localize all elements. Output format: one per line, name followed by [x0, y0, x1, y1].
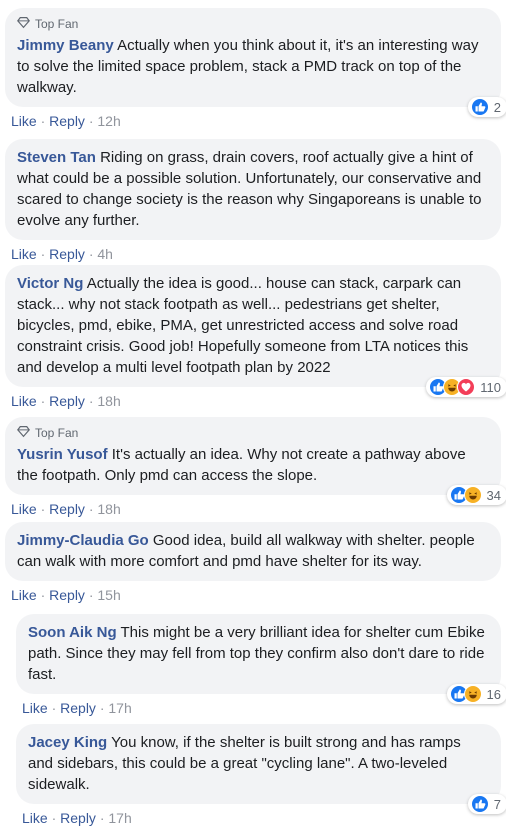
reactions-summary[interactable]: 16: [446, 684, 506, 704]
reply-link[interactable]: Reply: [49, 113, 85, 129]
reply-link[interactable]: Reply: [60, 700, 96, 716]
reaction-count: 34: [486, 487, 501, 503]
comment: Jimmy-Claudia Go Good idea, build all wa…: [5, 522, 501, 604]
timestamp[interactable]: 15h: [97, 587, 120, 603]
like-link[interactable]: Like: [11, 113, 37, 129]
love-reaction-icon: [457, 378, 476, 396]
diamond-icon: [17, 425, 30, 441]
reply-link[interactable]: Reply: [49, 501, 85, 517]
timestamp[interactable]: 17h: [108, 810, 131, 826]
comment: Top Fan Yusrin Yusof It's actually an id…: [5, 417, 506, 518]
like-reaction-icon: [470, 98, 489, 116]
separator: ·: [51, 810, 57, 826]
timestamp[interactable]: 4h: [97, 246, 113, 262]
badge-label: Top Fan: [35, 426, 79, 440]
comment: Victor Ng Actually the idea is good... h…: [5, 265, 506, 410]
reaction-count: 16: [486, 686, 501, 702]
comment-bubble: Soon Aik Ng This might be a very brillia…: [16, 614, 506, 704]
separator: ·: [51, 700, 57, 716]
separator: ·: [40, 113, 46, 129]
separator: ·: [99, 810, 105, 826]
reaction-count: 110: [480, 379, 501, 395]
separator: ·: [99, 700, 105, 716]
timestamp[interactable]: 18h: [97, 501, 120, 517]
separator: ·: [88, 246, 94, 262]
reactions-summary[interactable]: 7: [467, 794, 506, 814]
like-link[interactable]: Like: [11, 393, 37, 409]
comment-author[interactable]: Steven Tan: [17, 149, 96, 166]
separator: ·: [40, 501, 46, 517]
comment-actions: Like · Reply · 18h: [5, 500, 501, 518]
comment-author[interactable]: Jimmy Beany: [17, 37, 114, 54]
comment-author[interactable]: Jacey King: [28, 734, 107, 751]
diamond-icon: [17, 16, 30, 32]
comment-bubble: Jacey King You know, if the shelter is b…: [16, 724, 506, 814]
top-fan-badge: Top Fan: [17, 16, 489, 32]
like-link[interactable]: Like: [11, 501, 37, 517]
like-link[interactable]: Like: [11, 587, 37, 603]
timestamp[interactable]: 12h: [97, 113, 120, 129]
reply-link[interactable]: Reply: [49, 587, 85, 603]
comment-author[interactable]: Victor Ng: [17, 275, 83, 292]
comment-text: Actually the idea is good... house can s…: [17, 275, 469, 376]
comment-bubble: Top Fan Jimmy Beany Actually when you th…: [5, 8, 506, 117]
reply-link[interactable]: Reply: [49, 393, 85, 409]
comment-actions: Like · Reply · 12h: [5, 112, 501, 130]
timestamp[interactable]: 17h: [108, 700, 131, 716]
comment-actions: Like · Reply · 17h: [16, 809, 501, 827]
separator: ·: [88, 113, 94, 129]
reactions-summary[interactable]: 34: [446, 485, 506, 505]
comment-bubble: Top Fan Yusrin Yusof It's actually an id…: [5, 417, 506, 505]
comment-actions: Like · Reply · 15h: [5, 586, 501, 604]
like-link[interactable]: Like: [22, 700, 48, 716]
like-link[interactable]: Like: [22, 810, 48, 826]
comment: Steven Tan Riding on grass, drain covers…: [5, 139, 501, 263]
separator: ·: [40, 587, 46, 603]
comment-bubble: Jimmy-Claudia Go Good idea, build all wa…: [5, 522, 501, 581]
badge-label: Top Fan: [35, 17, 79, 31]
reply-link[interactable]: Reply: [49, 246, 85, 262]
haha-reaction-icon: [463, 685, 482, 703]
comment-actions: Like · Reply · 4h: [5, 245, 501, 263]
timestamp[interactable]: 18h: [97, 393, 120, 409]
like-link[interactable]: Like: [11, 246, 37, 262]
reply-comment: Soon Aik Ng This might be a very brillia…: [16, 614, 506, 717]
separator: ·: [40, 246, 46, 262]
separator: ·: [40, 393, 46, 409]
like-reaction-icon: [470, 795, 489, 813]
reaction-count: 7: [493, 796, 501, 812]
comment-author[interactable]: Jimmy-Claudia Go: [17, 532, 149, 549]
reply-comment: Jacey King You know, if the shelter is b…: [16, 724, 506, 827]
comment-author[interactable]: Yusrin Yusof: [17, 446, 108, 463]
comment-author[interactable]: Soon Aik Ng: [28, 624, 117, 641]
haha-reaction-icon: [463, 486, 482, 504]
comment-bubble: Steven Tan Riding on grass, drain covers…: [5, 139, 501, 240]
reactions-summary[interactable]: 110: [426, 377, 506, 397]
comment-actions: Like · Reply · 17h: [16, 699, 501, 717]
comment-actions: Like · Reply · 18h: [5, 392, 501, 410]
reply-link[interactable]: Reply: [60, 810, 96, 826]
separator: ·: [88, 501, 94, 517]
top-fan-badge: Top Fan: [17, 425, 489, 441]
reactions-summary[interactable]: 2: [467, 97, 506, 117]
separator: ·: [88, 393, 94, 409]
comment-bubble: Victor Ng Actually the idea is good... h…: [5, 265, 506, 397]
separator: ·: [88, 587, 94, 603]
reaction-count: 2: [493, 99, 501, 115]
comment: Top Fan Jimmy Beany Actually when you th…: [5, 8, 506, 130]
